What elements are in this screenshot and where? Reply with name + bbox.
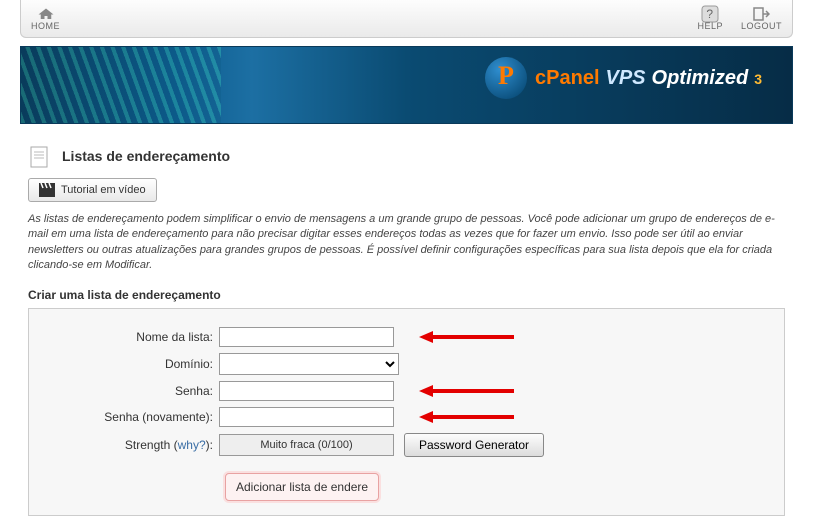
domain-select[interactable] (219, 353, 399, 375)
domain-label: Domínio: (49, 357, 219, 371)
why-link[interactable]: why? (178, 438, 206, 452)
tutorial-label: Tutorial em vídeo (61, 184, 146, 196)
list-name-input[interactable] (219, 327, 394, 347)
password2-input[interactable] (219, 407, 394, 427)
arrow-annotation-icon (419, 384, 514, 398)
list-name-label: Nome da lista: (49, 330, 219, 344)
intro-text: As listas de endereçamento podem simplif… (28, 212, 785, 274)
arrow-annotation-icon (419, 330, 514, 344)
video-tutorial-button[interactable]: Tutorial em vídeo (28, 178, 157, 202)
help-link[interactable]: ? HELP (697, 7, 723, 31)
add-mailing-list-button[interactable]: Adicionar lista de endere (225, 473, 379, 501)
brand-vps: VPS (606, 67, 646, 90)
cpanel-tab: CPANEL 11 (85, 123, 179, 124)
strength-meter: Muito fraca (0/100) (219, 434, 394, 456)
password2-label: Senha (novamente): (49, 410, 219, 424)
home-icon (37, 7, 55, 21)
logout-link[interactable]: LOGOUT (741, 7, 782, 31)
brand-sub: 3 (754, 71, 762, 87)
brand-cpanel: cPanel (535, 67, 599, 90)
arrow-annotation-icon (419, 410, 514, 424)
password-input[interactable] (219, 381, 394, 401)
help-icon: ? (701, 7, 719, 21)
page-title: Listas de endereçamento (62, 148, 230, 164)
brand-optimized: Optimized (652, 67, 749, 90)
password-label: Senha: (49, 384, 219, 398)
topbar: HOME ? HELP LOGOUT (20, 0, 793, 38)
help-label: HELP (697, 21, 723, 31)
password-generator-button[interactable]: Password Generator (404, 433, 544, 457)
logout-icon (752, 7, 770, 21)
content: Listas de endereçamento Tutorial em víde… (20, 144, 793, 516)
mailing-list-icon (28, 144, 52, 168)
svg-text:?: ? (707, 7, 714, 21)
brand-logo: cPanel VPS Optimized 3 (485, 57, 762, 99)
clapperboard-icon (39, 183, 55, 197)
home-label: HOME (31, 21, 60, 31)
create-list-form: Nome da lista: Domínio: Senha: (28, 308, 785, 516)
banner: cPanel VPS Optimized 3 CPANEL 11 (20, 46, 793, 124)
strength-label: Strength (why?): (49, 438, 219, 452)
cpanel-disc-icon (485, 57, 527, 99)
logout-label: LOGOUT (741, 21, 782, 31)
home-link[interactable]: HOME (31, 7, 60, 31)
form-section-title: Criar uma lista de endereçamento (28, 288, 785, 302)
